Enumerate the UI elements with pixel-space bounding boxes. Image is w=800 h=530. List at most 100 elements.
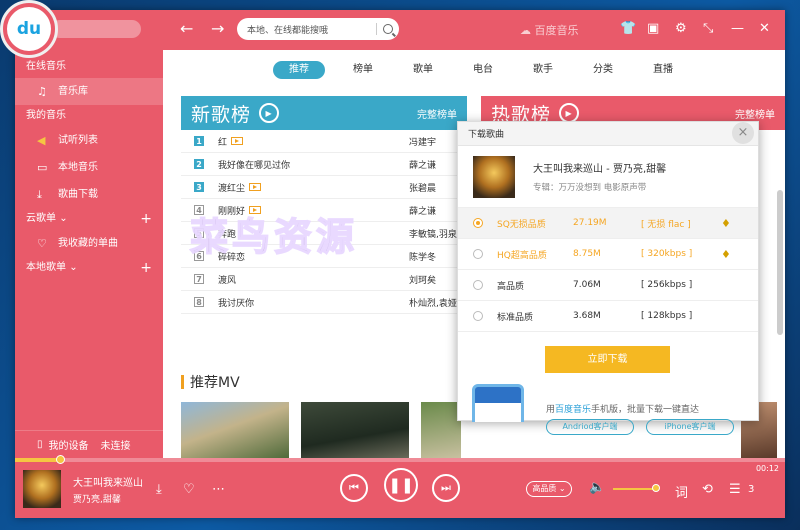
quality-radio[interactable] bbox=[473, 280, 483, 290]
search-box[interactable]: 本地、在线都能搜哦 bbox=[237, 18, 399, 40]
rank-badge: 8 bbox=[194, 297, 204, 307]
login-area[interactable] bbox=[51, 20, 141, 38]
sidebar-header-cloud[interactable]: 云歌单 ⌄ + bbox=[15, 208, 163, 230]
tab-item[interactable]: 电台 bbox=[453, 61, 513, 79]
quality-option[interactable]: SQ无损品质 27.19M [ 无损 flac ] ♦ bbox=[458, 208, 758, 239]
back-arrow-icon[interactable]: ← bbox=[180, 20, 193, 38]
mv-thumbnail[interactable] bbox=[421, 402, 461, 458]
now-playing-title[interactable]: 大王叫我来巡山 bbox=[73, 474, 143, 489]
previous-track-button[interactable]: ⏮ bbox=[340, 474, 368, 502]
song-title[interactable]: 我好像在哪见过你 bbox=[218, 158, 290, 171]
watermark-text: 菜鸟资源 bbox=[189, 213, 359, 260]
tab-item[interactable]: 歌单 bbox=[393, 61, 453, 79]
mv-thumbnail[interactable] bbox=[181, 402, 289, 458]
volume-handle[interactable] bbox=[652, 484, 660, 492]
hot-chart-more-link[interactable]: 完整榜单 bbox=[735, 106, 775, 121]
quality-option[interactable]: HQ超高品质 8.75M [ 320kbps ] ♦ bbox=[458, 239, 758, 270]
next-track-button[interactable]: ⏭ bbox=[432, 474, 460, 502]
toolbox-icon[interactable]: ▣ bbox=[647, 22, 659, 36]
phone-icon: ▯ bbox=[37, 439, 43, 450]
sidebar-item-label: 我收藏的单曲 bbox=[58, 238, 118, 249]
playlist-queue-icon[interactable]: ☰ bbox=[729, 482, 741, 497]
song-row[interactable]: 7 渡风 刘珂矣 bbox=[181, 268, 467, 291]
forward-arrow-icon[interactable]: → bbox=[211, 20, 224, 38]
song-row[interactable]: 3 渡红尘 张碧晨 bbox=[181, 176, 467, 199]
play-chart-icon[interactable]: ▶ bbox=[259, 103, 280, 123]
sidebar-header-local-playlist[interactable]: 本地歌单 ⌄ + bbox=[15, 257, 163, 279]
my-device[interactable]: ▯ 我的设备 未连接 bbox=[15, 430, 163, 458]
download-icon[interactable]: ⤓ bbox=[156, 482, 162, 497]
quality-selector[interactable]: 高品质 ⌄ bbox=[526, 481, 572, 497]
sidebar-item-favorites[interactable]: ♡ 我收藏的单曲 bbox=[15, 230, 163, 257]
repeat-icon[interactable]: ⟲ bbox=[702, 482, 713, 497]
song-title[interactable]: 渡红尘 bbox=[218, 181, 245, 194]
album-cover bbox=[473, 155, 515, 198]
mv-icon[interactable] bbox=[231, 137, 244, 145]
title-bar: ← → 本地、在线都能搜哦 ☁ 百度音乐 👕 ▣ ⚙ ⤡ — ✕ bbox=[15, 10, 785, 50]
quality-name: 高品质 bbox=[497, 281, 525, 292]
tab-item[interactable]: 歌手 bbox=[513, 61, 573, 79]
rank-badge: 1 bbox=[194, 136, 204, 146]
sidebar-item-downloads[interactable]: ⤓ 歌曲下载 bbox=[15, 181, 163, 208]
lyrics-button[interactable]: 词 bbox=[675, 482, 688, 501]
quality-format: [ 无损 flac ] bbox=[641, 219, 691, 230]
content-scrollbar[interactable] bbox=[777, 190, 783, 335]
progress-handle[interactable] bbox=[56, 455, 65, 464]
quality-option[interactable]: 标准品质 3.68M [ 128kbps ] bbox=[458, 301, 758, 332]
minimize-icon[interactable]: — bbox=[731, 22, 744, 36]
tab-item[interactable]: 推荐 bbox=[273, 61, 325, 79]
iphone-client-button[interactable]: iPhone客户端 bbox=[646, 419, 734, 435]
search-input[interactable]: 本地、在线都能搜哦 bbox=[247, 23, 370, 36]
tab-item[interactable]: 榜单 bbox=[333, 61, 393, 79]
brand-label: ☁ 百度音乐 bbox=[520, 22, 579, 38]
promo-text: 用百度音乐手机版，批量下载一键直达 bbox=[546, 405, 700, 415]
song-title[interactable]: 红 bbox=[218, 135, 227, 148]
sidebar-item-local-music[interactable]: ▭ 本地音乐 bbox=[15, 154, 163, 181]
new-chart-more-link[interactable]: 完整榜单 bbox=[417, 106, 457, 121]
song-title[interactable]: 渡风 bbox=[218, 273, 236, 286]
android-client-button[interactable]: Andriod客户端 bbox=[546, 419, 634, 435]
pause-button[interactable]: ❚❚ bbox=[384, 468, 418, 502]
more-options-icon[interactable]: ⋯ bbox=[212, 482, 225, 497]
sidebar-item-label: 本地音乐 bbox=[58, 162, 98, 173]
quality-radio[interactable] bbox=[473, 249, 483, 259]
dialog-album: 专辑：万万没想到 电影原声带 bbox=[533, 183, 647, 193]
chevron-down-icon: ⌄ bbox=[69, 262, 78, 273]
promo-brand: 百度音乐 bbox=[555, 405, 592, 415]
quality-option[interactable]: 高品质 7.06M [ 256kbps ] bbox=[458, 270, 758, 301]
vip-diamond-icon: ♦ bbox=[721, 247, 731, 261]
settings-gear-icon[interactable]: ⚙ bbox=[675, 22, 687, 36]
close-dialog-button[interactable]: × bbox=[732, 122, 754, 144]
mini-mode-icon[interactable]: ⤡ bbox=[703, 22, 713, 36]
quality-radio[interactable] bbox=[473, 311, 483, 321]
song-row[interactable]: 8 我讨厌你 朴灿烈,袁娅 bbox=[181, 291, 467, 314]
heart-icon: ♡ bbox=[37, 237, 47, 250]
add-local-playlist-icon[interactable]: + bbox=[140, 257, 152, 279]
skin-shirt-icon[interactable]: 👕 bbox=[620, 22, 636, 36]
song-row[interactable]: 1 红冯建宇 bbox=[181, 130, 467, 153]
play-chart-icon[interactable]: ▶ bbox=[559, 103, 580, 123]
progress-bar[interactable] bbox=[15, 455, 785, 464]
close-window-icon[interactable]: ✕ bbox=[759, 22, 770, 36]
heart-icon[interactable]: ♡ bbox=[183, 482, 195, 497]
sidebar-item-music-library[interactable]: ♫ 音乐库 bbox=[15, 78, 163, 105]
now-playing-cover[interactable] bbox=[23, 470, 61, 508]
song-title[interactable]: 我讨厌你 bbox=[218, 296, 254, 309]
volume-slider[interactable] bbox=[613, 488, 657, 490]
song-title-cell: 渡风 bbox=[218, 273, 409, 286]
sidebar-item-trial-list[interactable]: ◀ 试听列表 bbox=[15, 127, 163, 154]
du-logo-icon: du bbox=[7, 7, 51, 51]
sidebar-item-label: 歌曲下载 bbox=[58, 189, 98, 200]
tab-item[interactable]: 直播 bbox=[633, 61, 693, 79]
volume-icon[interactable]: 🔈 bbox=[589, 480, 605, 495]
add-cloud-playlist-icon[interactable]: + bbox=[140, 208, 152, 230]
search-icon[interactable] bbox=[383, 24, 393, 34]
now-playing-artist[interactable]: 贾乃亮,甜馨 bbox=[73, 492, 121, 505]
mv-icon[interactable] bbox=[249, 183, 262, 191]
song-row[interactable]: 2 我好像在哪见过你 薛之谦 bbox=[181, 153, 467, 176]
download-now-button[interactable]: 立即下载 bbox=[545, 346, 670, 373]
tab-item[interactable]: 分类 bbox=[573, 61, 633, 79]
app-logo[interactable]: du bbox=[0, 0, 58, 58]
mv-thumbnail[interactable] bbox=[301, 402, 409, 458]
quality-radio[interactable] bbox=[473, 218, 483, 228]
